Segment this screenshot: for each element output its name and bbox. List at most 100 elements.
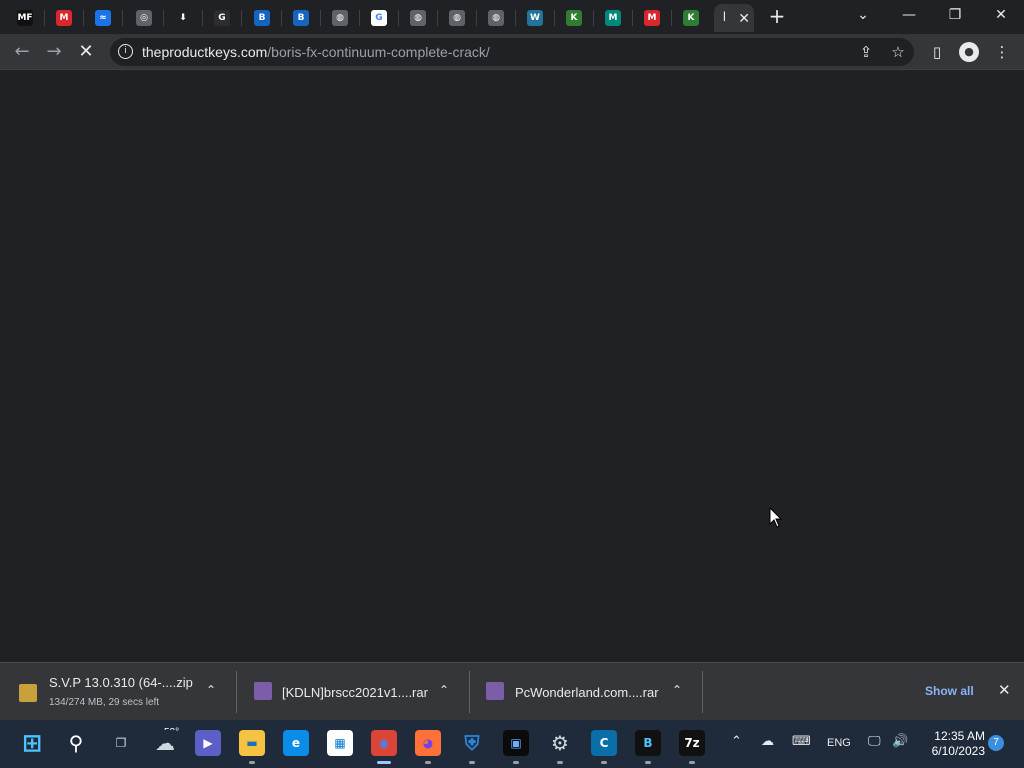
chrome-favicon-icon: ◎: [136, 10, 152, 26]
chrome-icon[interactable]: ◉: [371, 730, 397, 756]
globe-favicon-icon: ◍: [410, 10, 426, 26]
running-indicator: [425, 761, 431, 764]
stop-loading-button[interactable]: ✕: [74, 40, 98, 64]
mega-favicon-icon: M: [56, 10, 72, 26]
running-indicator: [557, 761, 563, 764]
browser-tab[interactable]: B: [282, 4, 320, 32]
7zip-icon[interactable]: 7z: [679, 730, 705, 756]
rar-file-icon: [254, 682, 272, 700]
browser-tab[interactable]: M: [633, 4, 671, 32]
show-all-downloads-link[interactable]: Show all: [925, 684, 974, 698]
close-shelf-icon[interactable]: ✕: [998, 681, 1011, 699]
browser-tab[interactable]: M: [45, 4, 83, 32]
page-content[interactable]: [0, 70, 1024, 662]
c-app-icon[interactable]: C: [591, 730, 617, 756]
bookmark-star-icon[interactable]: ☆: [888, 42, 908, 62]
browser-tab[interactable]: B: [243, 4, 281, 32]
browser-tab[interactable]: G: [203, 4, 241, 32]
settings-gear-icon[interactable]: ⚙: [547, 730, 573, 756]
globe-favicon-icon: ◍: [332, 10, 348, 26]
g-favicon-icon: G: [214, 10, 230, 26]
clock-time: 12:35 AM: [934, 729, 985, 743]
address-bar[interactable]: i theproductkeys.com/boris-fx-continuum-…: [110, 38, 914, 66]
media-player-icon[interactable]: ▣: [503, 730, 529, 756]
store-icon[interactable]: ▦: [327, 730, 353, 756]
running-indicator: [377, 761, 391, 764]
download-shelf: S.V.P 13.0.310 (64-....zip 134/274 MB, 2…: [0, 662, 1024, 720]
url-path: /boris-fx-continuum-complete-crack/: [267, 44, 490, 60]
download-item[interactable]: [KDLN]brscc2021v1....rar ⌃: [237, 663, 469, 721]
file-explorer-icon[interactable]: ▬: [239, 730, 265, 756]
browser-toolbar: ← → ✕ i theproductkeys.com/boris-fx-cont…: [0, 34, 1024, 70]
m-favicon-icon: M: [605, 10, 621, 26]
browser-menu-icon[interactable]: ⋮: [992, 42, 1012, 62]
teams-chat-icon[interactable]: ▶: [195, 730, 221, 756]
browser-tab[interactable]: G: [360, 4, 398, 32]
download-name: PcWonderland.com....rar: [515, 685, 659, 700]
browser-tab[interactable]: MF: [6, 4, 44, 32]
url-text[interactable]: theproductkeys.com/boris-fx-continuum-co…: [142, 44, 490, 60]
minimize-window-button[interactable]: —: [894, 4, 924, 26]
task-view-icon[interactable]: ❐: [108, 730, 134, 756]
volume-icon[interactable]: 🔊: [892, 734, 908, 749]
network-icon[interactable]: 🖵: [868, 734, 881, 749]
browser-tab[interactable]: ◍: [438, 4, 476, 32]
share-icon[interactable]: ⇪: [856, 42, 876, 62]
site-info-icon[interactable]: i: [118, 44, 133, 59]
firefox-icon[interactable]: ◕: [415, 730, 441, 756]
close-tab-icon[interactable]: ✕: [738, 10, 750, 27]
running-indicator: [249, 761, 255, 764]
tab-search-dropdown-icon[interactable]: ⌄: [848, 4, 878, 26]
b-app-icon[interactable]: B: [635, 730, 661, 756]
language-indicator[interactable]: ENG: [827, 737, 851, 749]
browser-tab[interactable]: ◍: [321, 4, 359, 32]
browser-tab[interactable]: ⬇: [164, 4, 202, 32]
browser-tab[interactable]: ◎: [125, 4, 163, 32]
browser-tab[interactable]: W: [516, 4, 554, 32]
maximize-window-button[interactable]: ❐: [940, 4, 970, 26]
onedrive-cloud-icon[interactable]: ☁: [761, 734, 774, 749]
browser-tab[interactable]: K: [555, 4, 593, 32]
weather-icon[interactable]: ☁: [152, 730, 178, 756]
browser-tab[interactable]: K: [672, 4, 710, 32]
globe-favicon-icon: ◍: [449, 10, 465, 26]
download-name: [KDLN]brscc2021v1....rar: [282, 685, 428, 700]
browser-tab[interactable]: ◍: [477, 4, 515, 32]
windows-start-icon[interactable]: ⊞: [19, 729, 45, 757]
running-indicator: [469, 761, 475, 764]
back-button[interactable]: ←: [10, 40, 34, 64]
windows-taskbar: 52° ⌃ ☁ ⌨ ENG 🖵 🔊 12:35 AM 6/10/2023 7 ⊞…: [0, 720, 1024, 768]
mf-favicon-icon: MF: [17, 10, 33, 26]
profile-avatar-icon[interactable]: ●: [959, 42, 979, 62]
wordpress-favicon-icon: W: [527, 10, 543, 26]
browser-tab[interactable]: ≈: [84, 4, 122, 32]
notification-badge[interactable]: 7: [988, 735, 1004, 751]
download-status: 134/274 MB, 29 secs left: [49, 697, 160, 708]
download-item[interactable]: S.V.P 13.0.310 (64-....zip 134/274 MB, 2…: [0, 663, 236, 721]
globe-favicon-icon: ◍: [488, 10, 504, 26]
chevron-up-icon[interactable]: ⌃: [439, 683, 449, 697]
tray-overflow-chevron-icon[interactable]: ⌃: [731, 734, 742, 749]
b-shield-favicon-icon: B: [293, 10, 309, 26]
edge-icon[interactable]: e: [283, 730, 309, 756]
active-browser-tab[interactable]: l ✕: [714, 4, 754, 32]
chevron-up-icon[interactable]: ⌃: [206, 683, 216, 697]
system-clock[interactable]: 12:35 AM 6/10/2023: [921, 729, 985, 759]
touch-keyboard-icon[interactable]: ⌨: [792, 734, 811, 749]
tab-separator: [241, 10, 242, 26]
defender-shield-icon[interactable]: ⛨: [459, 730, 485, 756]
download-item[interactable]: PcWonderland.com....rar ⌃: [470, 663, 702, 721]
forward-button[interactable]: →: [42, 40, 66, 64]
close-window-button[interactable]: ✕: [986, 4, 1016, 26]
side-panel-icon[interactable]: ▯: [927, 42, 947, 62]
rar-file-icon: [486, 682, 504, 700]
new-tab-button[interactable]: +: [766, 5, 788, 27]
chevron-up-icon[interactable]: ⌃: [672, 683, 682, 697]
zip-file-icon: [19, 684, 37, 702]
browser-tab[interactable]: M: [594, 4, 632, 32]
mega-favicon-icon: M: [644, 10, 660, 26]
running-indicator: [601, 761, 607, 764]
browser-tab[interactable]: ◍: [399, 4, 437, 32]
search-icon[interactable]: ⚲: [63, 730, 89, 756]
k-favicon-icon: K: [566, 10, 582, 26]
